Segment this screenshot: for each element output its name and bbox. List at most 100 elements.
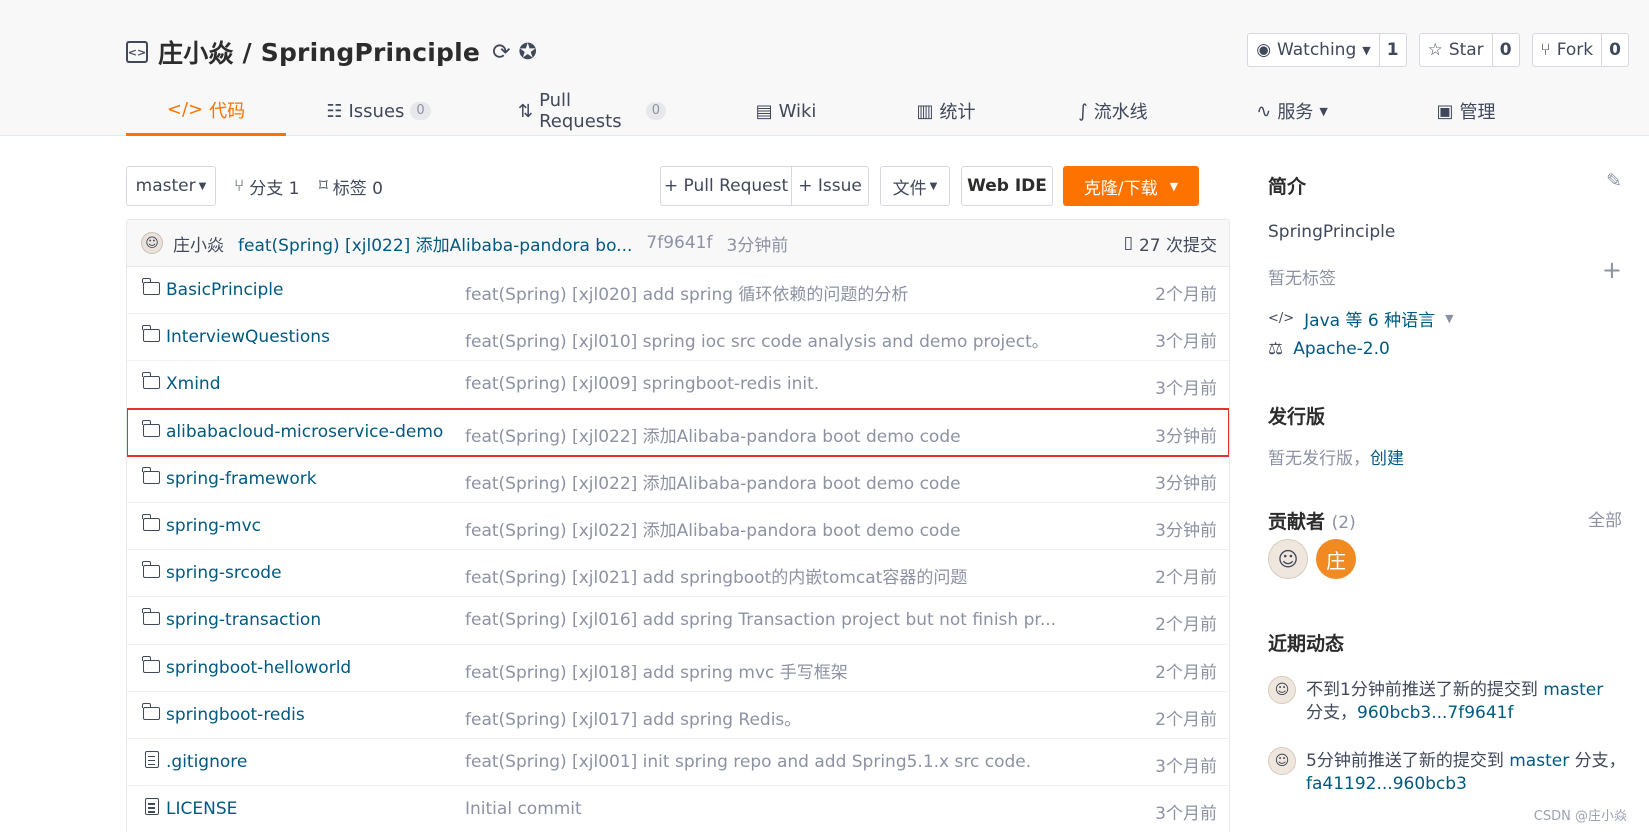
activity-text: 分支，	[1306, 703, 1357, 723]
file-name-link[interactable]: spring-mvc	[166, 516, 261, 536]
file-row-alibabacloud-microservice-demo: alibabacloud-microservice-demo feat(Spri…	[127, 407, 1229, 457]
contributors-count: (2)	[1331, 513, 1356, 533]
file-commit-message[interactable]: Initial commit	[465, 799, 582, 819]
folder-icon	[142, 372, 160, 393]
branches-link[interactable]: ⑂ 分支 1	[234, 166, 299, 206]
tag-icon: ⌑	[319, 176, 328, 196]
file-name-link[interactable]: springboot-helloworld	[166, 658, 351, 678]
activity-text: 5分钟前推送了新的提交到	[1306, 751, 1504, 771]
commit-hash[interactable]: 7f9641f	[646, 233, 712, 253]
file-name-link[interactable]: .gitignore	[166, 752, 247, 772]
activity-commit-range-link[interactable]: fa41192...960bcb3	[1306, 774, 1467, 794]
file-name-link[interactable]: alibabacloud-microservice-demo	[166, 422, 443, 442]
file-commit-message[interactable]: feat(Spring) [xjl016] add spring Transac…	[465, 610, 1056, 630]
clone-download-button[interactable]: 克隆/下载 ▼	[1063, 166, 1199, 206]
star-icon: ☆	[1427, 40, 1443, 60]
fork-count[interactable]: 0	[1601, 34, 1628, 66]
add-tag-icon[interactable]: +	[1602, 256, 1622, 284]
tab-code[interactable]: </> 代码	[126, 86, 286, 136]
folder-icon	[142, 702, 160, 724]
fork-button[interactable]: ⑂ Fork 0	[1531, 33, 1629, 67]
sync-icon[interactable]: ⟳	[492, 40, 510, 65]
contributor-avatar[interactable]: 庄	[1316, 539, 1356, 579]
file-name-link[interactable]: spring-framework	[166, 469, 317, 489]
issues-count-badge: 0	[410, 102, 431, 120]
new-pull-request-button[interactable]: + Pull Request	[660, 166, 792, 206]
activity-branch-link[interactable]: master	[1509, 751, 1569, 771]
watch-button[interactable]: ◉ Watching ▼ 1	[1247, 33, 1407, 67]
chevron-down-icon: ▼	[1169, 179, 1179, 193]
file-row-spring-mvc: spring-mvc feat(Spring) [xjl022] 添加Aliba…	[127, 503, 1229, 551]
web-ide-button[interactable]: Web IDE	[961, 166, 1053, 206]
commit-message[interactable]: feat(Spring) [xjl022] 添加Alibaba-pandora …	[238, 231, 632, 256]
pulse-icon: ∿	[1256, 100, 1272, 122]
file-name-link[interactable]: spring-transaction	[166, 610, 321, 630]
avatar[interactable]: ☺	[1268, 676, 1296, 704]
folder-icon	[142, 655, 160, 677]
file-commit-time: 3个月前	[1155, 804, 1217, 825]
star-label: Star	[1448, 40, 1484, 60]
avatar[interactable]: ☺	[1268, 747, 1296, 775]
commit-author[interactable]: 庄小焱	[173, 231, 224, 256]
pull-request-icon: ⇅	[518, 100, 534, 122]
file-commit-time: 2个月前	[1155, 568, 1217, 589]
tab-services[interactable]: ∿ 服务 ▼	[1252, 86, 1332, 136]
file-name-link[interactable]: springboot-redis	[166, 705, 305, 725]
file-name-link[interactable]: spring-srcode	[166, 563, 282, 583]
tab-issues[interactable]: ☷ Issues 0	[326, 86, 431, 136]
file-menu-button[interactable]: 文件 ▼	[880, 166, 950, 206]
release-heading: 发行版	[1268, 406, 1326, 428]
code-icon: </>	[1268, 311, 1295, 326]
chevron-down-icon: ▼	[1445, 312, 1454, 325]
file-name-link[interactable]: InterviewQuestions	[166, 327, 330, 347]
clone-download-label: 克隆/下载	[1083, 178, 1158, 199]
file-commit-message[interactable]: feat(Spring) [xjl017] add spring Redis。	[465, 705, 801, 730]
tab-manage[interactable]: ▣ 管理	[1436, 86, 1496, 136]
file-commit-message[interactable]: feat(Spring) [xjl022] 添加Alibaba-pandora …	[465, 516, 961, 541]
commit-count-link[interactable]: ▯ 27 次提交	[1124, 231, 1217, 256]
activity-branch-link[interactable]: master	[1543, 680, 1603, 700]
file-commit-message[interactable]: feat(Spring) [xjl022] 添加Alibaba-pandora …	[465, 422, 961, 447]
file-commit-message[interactable]: feat(Spring) [xjl021] add springboot的内嵌t…	[465, 563, 967, 588]
folder-icon	[142, 513, 160, 535]
repo-name-link[interactable]: SpringPrinciple	[261, 38, 480, 67]
file-commit-message[interactable]: feat(Spring) [xjl018] add spring mvc 手写框…	[465, 658, 848, 683]
file-commit-message[interactable]: feat(Spring) [xjl001] init spring repo a…	[465, 752, 1031, 772]
create-release-link[interactable]: 创建	[1370, 449, 1404, 469]
file-row-license: LICENSE Initial commit 3个月前	[127, 786, 1229, 832]
file-commit-time: 2个月前	[1155, 662, 1217, 683]
file-commit-message[interactable]: feat(Spring) [xjl022] 添加Alibaba-pandora …	[465, 469, 961, 494]
file-commit-message[interactable]: feat(Spring) [xjl009] springboot-redis i…	[465, 374, 819, 394]
activity-commit-range-link[interactable]: 960bcb3...7f9641f	[1357, 703, 1513, 723]
tab-pipeline[interactable]: ∫ 流水线	[1074, 86, 1152, 136]
file-name-link[interactable]: BasicPrinciple	[166, 280, 284, 300]
all-contributors-link[interactable]: 全部	[1588, 506, 1622, 531]
avatar[interactable]: ☺	[141, 232, 163, 254]
edit-icon[interactable]: ✎	[1606, 170, 1622, 192]
tab-stats[interactable]: ▥ 统计	[916, 86, 976, 136]
star-button[interactable]: ☆ Star 0	[1418, 33, 1520, 67]
file-name-link[interactable]: LICENSE	[166, 799, 237, 819]
web-ide-label: Web IDE	[967, 176, 1047, 196]
file-row-spring-srcode: spring-srcode feat(Spring) [xjl021] add …	[127, 550, 1229, 598]
tab-label: 管理	[1459, 102, 1496, 123]
folder-icon	[142, 278, 160, 299]
file-commit-message[interactable]: feat(Spring) [xjl010] spring ioc src cod…	[465, 327, 1049, 352]
license-info[interactable]: ⚖ Apache-2.0	[1268, 339, 1390, 359]
tags-link[interactable]: ⌑ 标签 0	[319, 166, 383, 206]
repo-owner-link[interactable]: 庄小焱	[158, 34, 234, 70]
branch-select[interactable]: master ▼	[126, 166, 216, 206]
tab-pull-requests[interactable]: ⇅ Pull Requests 0	[518, 86, 666, 136]
file-name-link[interactable]: Xmind	[166, 374, 221, 394]
contributor-avatar[interactable]: ☺	[1268, 539, 1308, 579]
tab-wiki[interactable]: ▤ Wiki	[756, 86, 817, 136]
folder-icon	[142, 325, 160, 346]
file-commit-time: 3分钟前	[1155, 426, 1217, 447]
star-count[interactable]: 0	[1491, 34, 1519, 66]
tab-label: 统计	[939, 102, 976, 123]
file-commit-time: 2个月前	[1155, 285, 1217, 305]
file-commit-message[interactable]: feat(Spring) [xjl020] add spring 循环依赖的问题…	[465, 280, 908, 305]
language-info[interactable]: </> Java 等 6 种语言 ▼	[1268, 306, 1454, 331]
watch-count[interactable]: 1	[1378, 34, 1406, 66]
new-issue-button[interactable]: + Issue	[791, 166, 869, 206]
